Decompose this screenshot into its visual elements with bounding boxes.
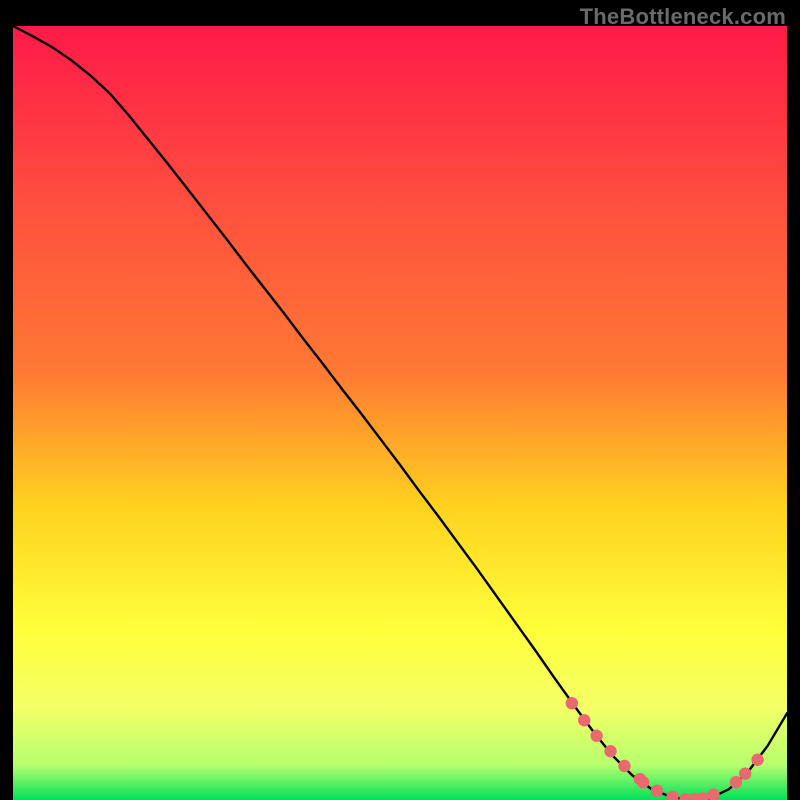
data-dot <box>637 776 649 788</box>
chart-background <box>13 26 787 800</box>
data-dot <box>739 767 751 779</box>
data-dot <box>751 754 763 766</box>
bottleneck-chart <box>13 26 787 800</box>
chart-stage: TheBottleneck.com <box>0 0 800 800</box>
data-dot <box>730 776 742 788</box>
data-dot <box>566 697 578 709</box>
watermark-text: TheBottleneck.com <box>580 4 786 30</box>
data-dot <box>651 785 663 797</box>
data-dot <box>604 745 616 757</box>
data-dot <box>578 714 590 726</box>
data-dot <box>590 730 602 742</box>
data-dot <box>618 760 630 772</box>
